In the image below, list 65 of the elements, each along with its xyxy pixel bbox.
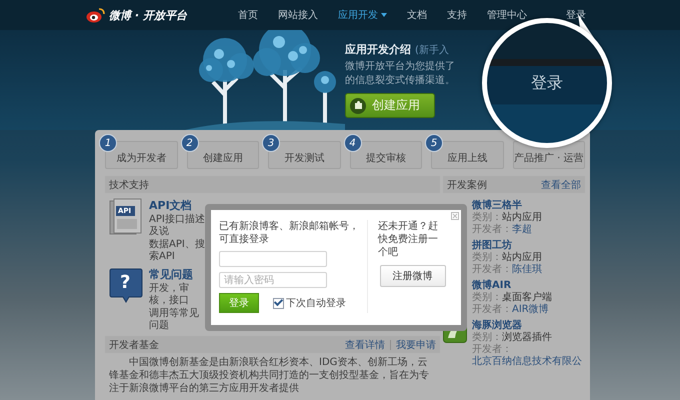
support-description: 调用等常见问题: [149, 308, 200, 332]
login-prompt: 已有新浪博客、新浪邮箱帐号，可直接登录: [219, 220, 359, 246]
register-prompt: 还未开通？赶快免费注册一个吧: [378, 220, 439, 259]
case-title-link[interactable]: 微博AIR: [472, 279, 552, 292]
register-button[interactable]: 注册微博: [380, 265, 446, 287]
developer-label: 开发者：: [472, 304, 512, 316]
developer-label: 开发者：: [472, 264, 512, 276]
section-title: 技术支持: [109, 178, 149, 192]
checkbox-label: 下次自动登录: [286, 297, 346, 310]
platform-logo-text: 微博 · 开放平台: [109, 8, 187, 22]
support-link[interactable]: 常见问题: [149, 267, 207, 282]
speech-bubble-icon: [109, 267, 143, 305]
developer-link[interactable]: 李超: [512, 224, 532, 236]
close-icon[interactable]: [451, 212, 459, 220]
developer-link[interactable]: AIR微博: [512, 304, 549, 316]
view-all-link[interactable]: 查看全部: [541, 178, 581, 192]
developer-label: 开发者：: [472, 344, 512, 356]
checkbox[interactable]: [273, 298, 284, 308]
case-title-link[interactable]: 海豚浏览器: [472, 319, 585, 332]
category-value: 浏览器插件: [502, 332, 552, 343]
nav-link[interactable]: 文档: [407, 8, 427, 22]
intro-text: 微博开放平台为您提供了: [345, 60, 455, 74]
step-number: 4: [344, 134, 362, 152]
step-number: 2: [180, 134, 198, 152]
category-value: 桌面客户端: [502, 292, 552, 303]
support-description: 数据API、搜索API: [149, 239, 206, 263]
password-field[interactable]: 请输入密码: [219, 272, 327, 288]
case-title-link[interactable]: 微博三格半: [472, 199, 542, 212]
category-label: 类别：: [472, 292, 502, 303]
developer-link[interactable]: 陈佳琪: [512, 264, 542, 276]
eye-logo-icon: [86, 7, 106, 23]
category-label: 类别：: [472, 252, 502, 263]
intro-title: 应用开发介绍: [345, 42, 411, 57]
nav-link[interactable]: 应用开发: [338, 8, 387, 22]
nav-link[interactable]: 管理中心: [487, 8, 527, 22]
account-field[interactable]: [219, 251, 327, 267]
fund-link[interactable]: 我要申请: [396, 338, 436, 352]
support-link[interactable]: API文档: [149, 198, 207, 213]
case-title-link[interactable]: 拼图工坊: [472, 239, 542, 252]
login-button[interactable]: 登录: [219, 293, 259, 313]
nav-link[interactable]: 首页: [238, 8, 258, 22]
developer-label: 开发者：: [472, 224, 512, 236]
document-icon: [109, 198, 143, 236]
beginner-link[interactable]: (新手入: [415, 43, 449, 57]
step-number: 1: [99, 134, 117, 152]
category-label: 类别：: [472, 332, 502, 343]
step-number: 5: [425, 134, 443, 152]
nav-link[interactable]: 网站接入: [278, 8, 318, 22]
nav-link[interactable]: 支持: [447, 8, 467, 22]
category-value: 站内应用: [502, 212, 542, 223]
create-app-button[interactable]: 创建应用: [345, 93, 435, 118]
fund-link[interactable]: 查看详情: [345, 338, 385, 352]
fund-description: 中国微博创新基金是由新浪联合红杉资本、IDG资本、创新工场，云锋基金和德丰杰五大顶级投资机构共同打造的一支创投型基金，旨在为专注于新浪微博平台的第三方应用开发者提供: [109, 356, 430, 395]
developer-link[interactable]: 北京百纳信息技术有限公: [472, 356, 582, 368]
support-description: 开发，审核，接口: [149, 283, 190, 307]
category-value: 站内应用: [502, 252, 542, 263]
section-title: 开发者基金: [109, 338, 159, 352]
puzzle-icon: [350, 98, 366, 114]
step-number: 3: [262, 134, 280, 152]
category-label: 类别：: [472, 212, 502, 223]
intro-text: 的信息裂变式传播渠道。: [345, 74, 455, 88]
icon-label: ?: [120, 274, 130, 292]
support-description: API接口描述及说: [149, 214, 206, 238]
magnified-login-text: 登录: [531, 72, 563, 94]
section-title: 开发案例: [447, 178, 487, 192]
